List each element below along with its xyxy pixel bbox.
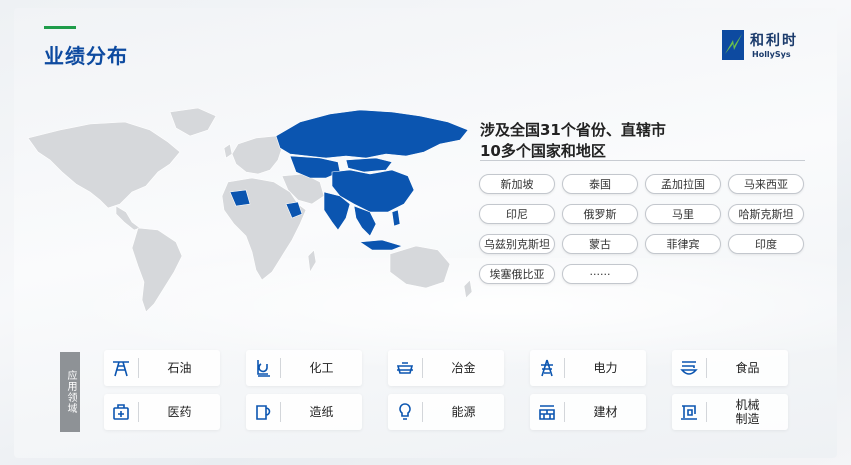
map-new-zealand xyxy=(463,279,473,299)
metallurgy-cart-icon xyxy=(388,350,422,386)
world-map xyxy=(27,107,473,313)
industry-power: 电力 xyxy=(530,350,646,386)
industry-name: 建材 xyxy=(593,405,618,419)
oil-derrick-icon xyxy=(104,350,138,386)
sewing-machine-icon xyxy=(672,394,706,430)
industry-name: 医药 xyxy=(167,405,192,419)
country-chip: 哈斯克斯坦 xyxy=(728,204,804,224)
country-chip: 蒙古 xyxy=(562,234,638,254)
logo-subtitle: HollySys xyxy=(752,50,791,59)
country-chip: 俄罗斯 xyxy=(562,204,638,224)
power-tower-icon xyxy=(530,350,564,386)
country-chip: 菲律宾 xyxy=(645,234,721,254)
medicine-kit-icon xyxy=(104,394,138,430)
industry-metallurgy: 冶金 xyxy=(388,350,504,386)
industry-oil: 石油 xyxy=(104,350,220,386)
country-chip: ······ xyxy=(562,264,638,284)
industry-name: 能源 xyxy=(451,405,476,419)
coverage-line-1: 涉及全国31个省份、直辖市 xyxy=(480,121,666,139)
industry-name: 石油 xyxy=(167,361,192,375)
map-indonesia xyxy=(359,239,403,251)
chemical-flask-icon xyxy=(246,350,280,386)
map-central-america xyxy=(115,205,141,231)
industry-name: 电力 xyxy=(593,361,618,375)
map-north-america xyxy=(27,121,181,209)
industry-chemical: 化工 xyxy=(246,350,362,386)
industry-panel: 应用领域 石油 化工 冶金 电力 食品 医药 造纸 能源 建材 机械 制造 xyxy=(44,340,802,442)
coverage-line-2: 10多个国家和地区 xyxy=(480,142,606,160)
industry-paper: 造纸 xyxy=(246,394,362,430)
coverage-text: 涉及全国31个省份、直辖市 10多个国家和地区 xyxy=(480,120,666,162)
industry-name: 机械 制造 xyxy=(735,398,760,426)
industry-name: 造纸 xyxy=(309,405,334,419)
map-greenland xyxy=(169,107,217,137)
industry-building-materials: 建材 xyxy=(530,394,646,430)
map-south-america xyxy=(131,227,183,313)
industry-name: 冶金 xyxy=(451,361,476,375)
country-chip: 泰国 xyxy=(562,174,638,194)
industry-name: 化工 xyxy=(309,361,334,375)
industry-medicine: 医药 xyxy=(104,394,220,430)
map-uk xyxy=(223,143,233,159)
map-russia xyxy=(275,109,469,159)
industry-energy: 能源 xyxy=(388,394,504,430)
map-madagascar xyxy=(307,249,317,273)
food-bowl-icon xyxy=(672,350,706,386)
building-materials-icon xyxy=(530,394,564,430)
map-europe xyxy=(231,135,283,175)
industry-food: 食品 xyxy=(672,350,788,386)
logo-text: 和利时 xyxy=(750,33,798,49)
energy-bulb-icon xyxy=(388,394,422,430)
map-mongolia xyxy=(345,157,393,173)
country-chip: 新加坡 xyxy=(479,174,555,194)
page-title: 业绩分布 xyxy=(44,44,128,68)
country-chip: 印尼 xyxy=(479,204,555,224)
country-chip: 埃塞俄比亚 xyxy=(479,264,555,284)
industry-machinery: 机械 制造 xyxy=(672,394,788,430)
country-chip: 印度 xyxy=(728,234,804,254)
map-philippines xyxy=(391,209,401,227)
coverage-divider xyxy=(480,160,805,161)
industry-name: 食品 xyxy=(735,361,760,375)
country-chip: 乌兹别克斯坦 xyxy=(479,234,555,254)
country-chip: 孟加拉国 xyxy=(645,174,721,194)
country-chip: 马里 xyxy=(645,204,721,224)
industry-label: 应用领域 xyxy=(60,352,80,432)
paper-roll-icon xyxy=(246,394,280,430)
country-chip: 马来西亚 xyxy=(728,174,804,194)
map-australia xyxy=(389,245,451,289)
title-accent-bar xyxy=(44,26,76,29)
